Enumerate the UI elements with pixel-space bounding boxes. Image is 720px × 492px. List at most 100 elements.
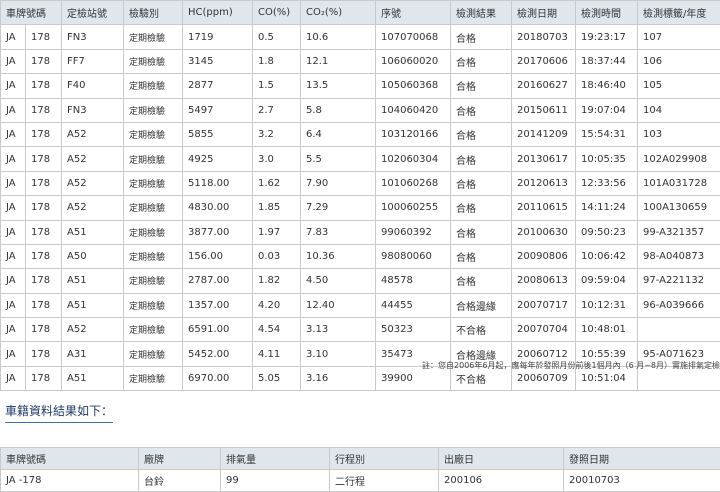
cell-co2: 7.90	[301, 171, 376, 195]
cell-plate-num: 178	[26, 244, 62, 268]
registration-section-title: 車籍資料結果如下：	[5, 402, 113, 423]
table-row: JA178A50定期檢驗156.000.0310.3698080060合格200…	[1, 244, 720, 268]
cell-plate-num: 178	[26, 49, 62, 73]
cell-type: 定期檢驗	[124, 98, 183, 122]
cell-plate-num: 178	[26, 318, 62, 342]
cell-label-year: 96-A039666	[638, 293, 720, 317]
cell-result: 合格邊緣	[451, 293, 512, 317]
cell-plate-num: 178	[26, 171, 62, 195]
cell-station: F40	[62, 74, 124, 98]
cell-hc: 3877.00	[183, 220, 253, 244]
cell-time: 10:06:42	[576, 244, 638, 268]
cell-co2: 12.40	[301, 293, 376, 317]
cell-date: 20160627	[512, 74, 576, 98]
table-row: JA178A52定期檢驗6591.004.543.1350323不合格20070…	[1, 318, 720, 342]
cell-serial: 98080060	[376, 244, 451, 268]
reg-header-stroke: 行程別	[330, 448, 439, 470]
cell-co: 3.2	[253, 122, 301, 146]
cell-label-year: 97-A221132	[638, 269, 720, 293]
cell-label-year: 104	[638, 98, 720, 122]
table-row: JA178FF7定期檢驗31451.812.1106060020合格201706…	[1, 49, 720, 73]
cell-plate: JA	[1, 196, 26, 220]
reg-cell-manufacture-date: 200106	[439, 470, 564, 492]
cell-co2: 6.4	[301, 122, 376, 146]
inspection-note: 註：您自2006年6月起，應每年於發照月份前後1個月內（6 月~8月）實施排氣定…	[0, 360, 720, 371]
cell-station: A52	[62, 196, 124, 220]
cell-result: 合格	[451, 244, 512, 268]
cell-plate-num: 178	[26, 220, 62, 244]
reg-cell-plate: JA -178	[1, 470, 139, 492]
reg-header-plate: 車牌號碼	[1, 448, 139, 470]
cell-plate: JA	[1, 244, 26, 268]
cell-time: 19:07:04	[576, 98, 638, 122]
col-header-hc: HC(ppm)	[183, 1, 253, 25]
col-header-station: 定檢站號	[62, 1, 124, 25]
cell-station: A51	[62, 220, 124, 244]
cell-serial: 48578	[376, 269, 451, 293]
cell-hc: 4925	[183, 147, 253, 171]
cell-station: FN3	[62, 98, 124, 122]
cell-plate-num: 178	[26, 293, 62, 317]
cell-co: 1.85	[253, 196, 301, 220]
cell-result: 合格	[451, 122, 512, 146]
cell-date: 20070717	[512, 293, 576, 317]
cell-plate-num: 178	[26, 147, 62, 171]
cell-result: 合格	[451, 49, 512, 73]
cell-result: 合格	[451, 74, 512, 98]
cell-plate: JA	[1, 171, 26, 195]
cell-hc: 2787.00	[183, 269, 253, 293]
cell-co: 4.20	[253, 293, 301, 317]
cell-type: 定期檢驗	[124, 269, 183, 293]
cell-label-year: 99-A321357	[638, 220, 720, 244]
cell-type: 定期檢驗	[124, 122, 183, 146]
cell-co2: 12.1	[301, 49, 376, 73]
inspection-header-row: 車牌號碼 定檢站號 檢驗別 HC(ppm) CO(%) CO₂(%) 序號 檢測…	[1, 1, 720, 25]
cell-date: 20110615	[512, 196, 576, 220]
cell-date: 20090806	[512, 244, 576, 268]
cell-hc: 3145	[183, 49, 253, 73]
cell-plate: JA	[1, 25, 26, 49]
cell-result: 不合格	[451, 318, 512, 342]
cell-serial: 44455	[376, 293, 451, 317]
cell-co2: 5.8	[301, 98, 376, 122]
cell-serial: 106060020	[376, 49, 451, 73]
cell-time: 10:12:31	[576, 293, 638, 317]
cell-time: 09:59:04	[576, 269, 638, 293]
cell-time: 10:05:35	[576, 147, 638, 171]
cell-co: 1.62	[253, 171, 301, 195]
cell-time: 10:48:01	[576, 318, 638, 342]
cell-type: 定期檢驗	[124, 171, 183, 195]
reg-cell-issue-date: 20010703	[564, 470, 720, 492]
cell-station: A52	[62, 122, 124, 146]
cell-time: 18:37:44	[576, 49, 638, 73]
cell-type: 定期檢驗	[124, 293, 183, 317]
cell-hc: 5855	[183, 122, 253, 146]
cell-co2: 10.6	[301, 25, 376, 49]
table-row: JA178A51定期檢驗3877.001.977.8399060392合格201…	[1, 220, 720, 244]
cell-label-year: 98-A040873	[638, 244, 720, 268]
cell-co2: 7.83	[301, 220, 376, 244]
cell-co2: 3.13	[301, 318, 376, 342]
cell-plate: JA	[1, 293, 26, 317]
cell-label-year: 107	[638, 25, 720, 49]
table-row: JA178F40定期檢驗28771.513.5105060368合格201606…	[1, 74, 720, 98]
cell-result: 合格	[451, 171, 512, 195]
reg-header-issue-date: 發照日期	[564, 448, 720, 470]
cell-result: 合格	[451, 25, 512, 49]
cell-date: 20170606	[512, 49, 576, 73]
cell-type: 定期檢驗	[124, 220, 183, 244]
registration-header-row: 車牌號碼 廠牌 排氣量 行程別 出廠日 發照日期	[1, 448, 720, 470]
cell-co: 1.8	[253, 49, 301, 73]
table-row: JA178A52定期檢驗49253.05.5102060304合格2013061…	[1, 147, 720, 171]
col-header-co: CO(%)	[253, 1, 301, 25]
cell-plate-num: 178	[26, 98, 62, 122]
cell-result: 合格	[451, 196, 512, 220]
cell-hc: 1719	[183, 25, 253, 49]
cell-hc: 4830.00	[183, 196, 253, 220]
cell-label-year: 102A029908	[638, 147, 720, 171]
cell-type: 定期檢驗	[124, 196, 183, 220]
cell-date: 20070704	[512, 318, 576, 342]
table-row: JA178A52定期檢驗4830.001.857.29100060255合格20…	[1, 196, 720, 220]
cell-station: A52	[62, 171, 124, 195]
col-header-date: 檢測日期	[512, 1, 576, 25]
